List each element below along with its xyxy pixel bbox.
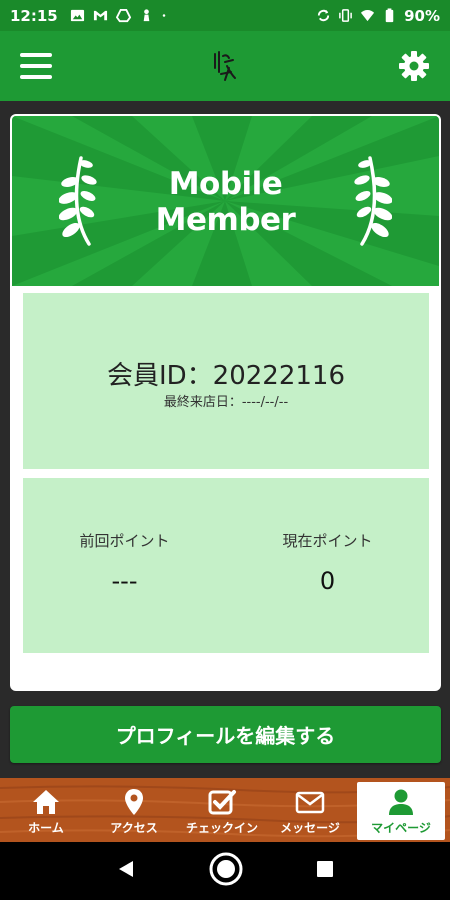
checkbox-icon	[208, 789, 236, 814]
last-visit-date: 最終来店日：----/--/--	[163, 395, 289, 410]
card-title-line1: Mobile	[168, 166, 283, 202]
battery-percent: 90%	[404, 6, 440, 25]
nav-mypage-label: マイページ	[371, 820, 431, 835]
nav-access[interactable]: アクセス	[90, 782, 178, 840]
nav-message-label: メッセージ	[280, 820, 340, 835]
current-points-value: 0	[319, 567, 336, 595]
hamburger-menu-icon[interactable]	[20, 53, 52, 79]
nav-home[interactable]: ホーム	[2, 782, 90, 840]
member-card-header: Mobile Member	[12, 116, 439, 286]
dot-icon	[162, 14, 165, 17]
member-card: Mobile Member 会員ID：20222116 最終来店日：----/-…	[10, 114, 441, 691]
member-info-panel: 会員ID：20222116 最終来店日：----/--/--	[23, 293, 429, 469]
wifi-icon	[361, 10, 375, 22]
card-title-line2: Member	[155, 202, 296, 238]
nav-home-label: ホーム	[28, 820, 64, 835]
nav-mypage[interactable]: マイページ	[357, 782, 445, 840]
gear-icon[interactable]	[398, 50, 430, 82]
recents-icon[interactable]	[315, 859, 335, 883]
nav-access-label: アクセス	[110, 820, 158, 835]
vibrate-icon	[339, 9, 352, 22]
image-icon	[70, 9, 84, 22]
status-bar: 12:15 90%	[0, 0, 450, 31]
nav-checkin-label: チェックイン	[185, 820, 258, 835]
status-time: 12:15	[10, 6, 58, 25]
previous-points: 前回ポイント ---	[23, 530, 226, 595]
home-icon	[33, 789, 59, 814]
bottom-nav: ホーム アクセス チェックイン メッセージ マイページ	[0, 778, 450, 842]
nav-checkin[interactable]: チェックイン	[178, 782, 266, 840]
user-icon	[389, 789, 413, 815]
card-title: Mobile Member	[12, 166, 439, 238]
map-pin-icon	[125, 788, 143, 815]
app-bar	[0, 31, 450, 101]
back-icon[interactable]	[115, 858, 137, 884]
current-points: 現在ポイント 0	[226, 530, 429, 595]
status-right: 90%	[316, 7, 440, 25]
chess-pawn-icon	[143, 9, 150, 22]
drive-icon	[115, 8, 131, 23]
home-circle-icon[interactable]	[208, 851, 244, 891]
brand-logo	[214, 51, 236, 81]
gmail-icon	[93, 10, 107, 21]
status-left: 12:15	[10, 7, 170, 25]
points-panel: 前回ポイント --- 現在ポイント 0	[23, 478, 429, 653]
previous-points-label: 前回ポイント	[79, 532, 170, 550]
current-points-label: 現在ポイント	[282, 532, 373, 550]
edit-profile-button[interactable]: プロフィールを編集する	[10, 706, 441, 763]
android-nav-bar	[0, 842, 450, 900]
previous-points-value: ---	[111, 567, 138, 595]
envelope-icon	[295, 791, 325, 813]
nav-message[interactable]: メッセージ	[266, 782, 354, 840]
member-id: 会員ID：20222116	[106, 361, 346, 391]
main-content: Mobile Member 会員ID：20222116 最終来店日：----/-…	[0, 101, 450, 778]
battery-icon	[385, 8, 394, 23]
sync-icon	[317, 9, 330, 22]
